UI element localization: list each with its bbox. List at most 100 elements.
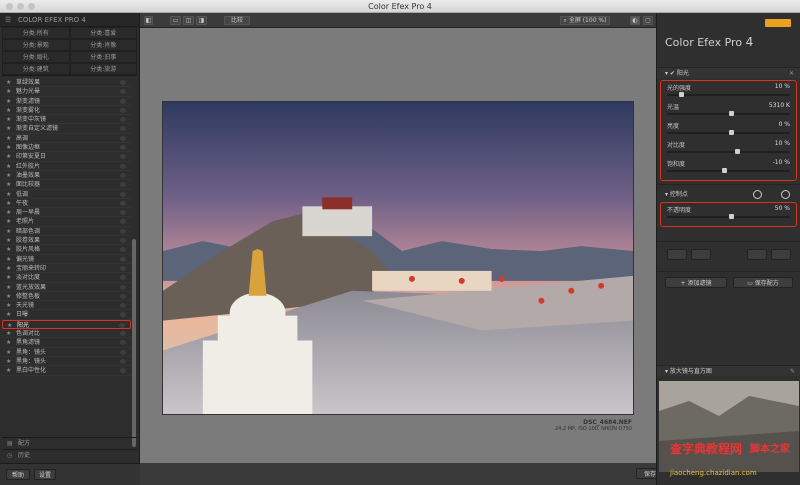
favorite-star-icon[interactable]: ★ [6,273,11,282]
slider-knob[interactable] [722,168,728,173]
filter-list-item[interactable]: ★ 午夜 [2,199,131,209]
recipe-section[interactable]: ▤ 配方 [2,437,137,448]
filter-preset-icon[interactable] [120,265,126,271]
filter-preset-icon[interactable] [120,210,126,216]
category-button[interactable]: 分类:旧事 [69,51,137,63]
filter-list-item[interactable]: ★ 日曝 [2,310,131,320]
filter-list-item[interactable]: ★ 暗部色调 [2,227,131,237]
favorite-star-icon[interactable]: ★ [6,143,11,152]
slider-track[interactable] [667,130,790,135]
side-by-side-icon[interactable]: ◨ [196,16,207,25]
single-view-icon[interactable]: ▭ [170,16,181,25]
favorite-star-icon[interactable]: ★ [6,152,11,161]
filter-preset-icon[interactable] [120,89,126,95]
control-points-header[interactable]: ▾ 控制点 [657,189,800,200]
filter-enabled-check-icon[interactable]: ✔ [670,70,677,77]
filter-slider[interactable]: 光温 5310 K [665,102,792,121]
filter-list-item[interactable]: ★ 渐变雾化 [2,106,131,116]
slider-knob[interactable] [679,92,685,97]
compare-button[interactable]: 比较 [224,16,250,25]
favorite-star-icon[interactable]: ★ [6,180,11,189]
filter-list-item[interactable]: ★ 阳光 [2,319,131,330]
add-filter-button[interactable]: + 添加滤镜 [665,277,727,288]
filter-preset-icon[interactable] [120,172,126,178]
filter-list-scrollbar[interactable] [132,239,136,447]
filter-list-item[interactable]: ★ 天光镜 [2,301,131,311]
filter-preset-icon[interactable] [120,247,126,253]
remove-control-point-icon[interactable] [781,190,790,199]
filter-list-item[interactable]: ★ 红外胶片 [2,162,131,171]
filter-preset-icon[interactable] [120,117,126,123]
image-canvas[interactable]: DSC_4684.NEF 24.2 MP, ISO 100, NIKON D75… [140,28,656,463]
category-button[interactable]: 分类:建筑 [2,63,70,75]
slider-knob[interactable] [728,130,734,135]
control-point-delete-button[interactable] [771,249,791,260]
filter-slider[interactable]: 亮度 0 % [665,121,792,140]
pin-icon[interactable]: ✎ [790,366,795,377]
favorite-star-icon[interactable]: ★ [6,106,11,115]
add-control-point-icon[interactable] [753,190,762,199]
slider-knob[interactable] [728,111,734,116]
favorite-star-icon[interactable]: ★ [6,245,11,254]
control-point-paste-button[interactable] [691,249,711,260]
filter-slider[interactable]: 对比度 10 % [665,140,792,159]
opacity-knob[interactable] [728,214,734,219]
menu-icon[interactable]: ☰ [5,13,11,27]
help-button[interactable]: 帮助 [6,469,30,480]
favorite-star-icon[interactable]: ★ [6,190,11,199]
filter-list-item[interactable]: ★ 黑角：镜头 [2,357,131,367]
filter-preset-icon[interactable] [120,80,126,85]
favorite-star-icon[interactable]: ★ [6,217,11,226]
slider-track[interactable] [667,92,790,97]
filter-list-item[interactable]: ★ 黑白中性化 [2,366,131,376]
control-point-reset-button[interactable] [747,249,767,260]
favorite-star-icon[interactable]: ★ [6,97,11,106]
opacity-slider[interactable]: 不透明度 50 % [665,205,792,224]
close-window-button[interactable] [6,3,13,10]
history-section[interactable]: ◷ 历史 [2,449,137,460]
opacity-track[interactable] [667,214,790,219]
background-gray-icon[interactable]: ▢ [643,16,653,25]
filter-list-item[interactable]: ★ 渐变中灰镜 [2,115,131,125]
filter-list-item[interactable]: ★ 渐变滤镜 [2,97,131,106]
filter-preset-icon[interactable] [120,238,126,244]
filter-preset-icon[interactable] [120,368,126,374]
filter-preset-icon[interactable] [119,322,125,328]
slider-track[interactable] [667,149,790,154]
filter-list-item[interactable]: ★ 油墨效果 [2,171,131,181]
filter-list-item[interactable]: ★ 胶片风格 [2,245,131,255]
filter-list-item[interactable]: ★ 黑角：镜头 [2,348,131,357]
filter-preset-icon[interactable] [120,331,126,337]
close-filter-icon[interactable]: ✕ [789,68,794,79]
filter-preset-icon[interactable] [120,200,126,206]
favorite-star-icon[interactable]: ★ [6,171,11,180]
category-button[interactable]: 分类:景观 [2,39,70,51]
favorite-star-icon[interactable]: ★ [6,301,11,310]
filter-preset-icon[interactable] [120,154,126,160]
filter-preset-icon[interactable] [120,107,126,113]
filter-preset-icon[interactable] [120,182,126,188]
filter-list-item[interactable]: ★ 黑角滤镜 [2,338,131,348]
favorite-star-icon[interactable]: ★ [6,366,11,375]
filter-preset-icon[interactable] [120,126,126,132]
favorite-star-icon[interactable]: ★ [6,124,11,133]
favorite-star-icon[interactable]: ★ [6,292,11,301]
zoom-window-button[interactable] [28,3,35,10]
favorite-star-icon[interactable]: ★ [6,208,11,217]
filter-slider[interactable]: 饱和度 -10 % [665,159,792,178]
favorite-star-icon[interactable]: ★ [6,78,11,87]
favorite-star-icon[interactable]: ★ [6,199,11,208]
filter-preset-icon[interactable] [120,219,126,225]
filter-list-item[interactable]: ★ 低调 [2,190,131,199]
category-button[interactable]: 分类:肖像 [69,39,137,51]
filter-list-item[interactable]: ★ 高调 [2,134,131,144]
filter-preset-icon[interactable] [120,256,126,262]
filter-list-item[interactable]: ★ 老照片 [2,217,131,227]
filter-preset-icon[interactable] [120,228,126,234]
filter-list-item[interactable]: ★ 偏光镜 [2,255,131,264]
filter-list-item[interactable]: ★ 胶卷效果 [2,236,131,246]
zoom-select[interactable]: ⌕ 全屏 (100 %) [560,16,610,25]
crop-icon[interactable]: ◧ [144,16,153,25]
filter-list-item[interactable]: ★ 面比较器 [2,180,131,190]
filter-preset-icon[interactable] [120,349,126,355]
